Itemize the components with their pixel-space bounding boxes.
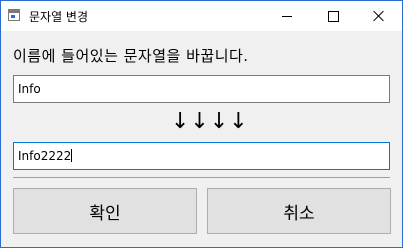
- window-title: 문자열 변경: [29, 10, 89, 24]
- maximize-icon: [327, 10, 339, 22]
- instruction-label: 이름에 들어있는 문자열을 바꿉니다.: [13, 47, 249, 65]
- minimize-icon: [282, 15, 292, 17]
- find-string-value: Info: [18, 82, 41, 96]
- dialog-window: 문자열 변경 이름에 들어있는 문자열을 바꿉니다. Info ↓↓↓↓ Inf…: [0, 0, 403, 248]
- cancel-button[interactable]: 취소: [207, 188, 391, 234]
- close-button[interactable]: [356, 1, 402, 31]
- find-string-input[interactable]: Info: [13, 75, 390, 103]
- close-icon: [373, 10, 385, 22]
- separator-line: [13, 177, 390, 178]
- minimize-button[interactable]: [264, 1, 310, 31]
- title-bar[interactable]: 문자열 변경: [1, 1, 402, 31]
- app-window-icon: [8, 9, 20, 21]
- text-caret: [71, 149, 73, 162]
- ok-button[interactable]: 확인: [13, 188, 197, 234]
- maximize-button[interactable]: [310, 1, 356, 31]
- replace-string-input[interactable]: Info2222: [13, 142, 390, 170]
- replace-string-value: Info2222: [18, 149, 72, 163]
- down-arrows-icon: ↓↓↓↓: [171, 109, 249, 134]
